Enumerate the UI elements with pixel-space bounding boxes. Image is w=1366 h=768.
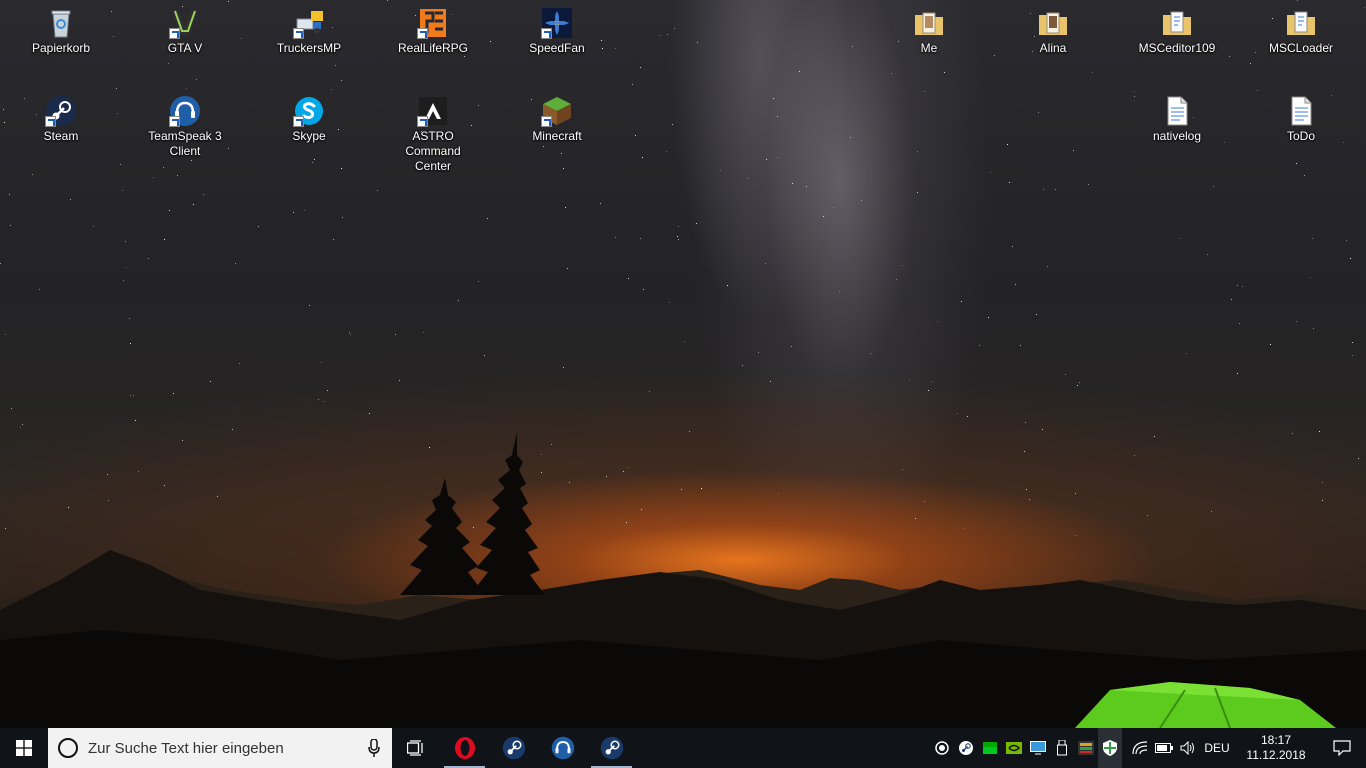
minecraft-icon: [541, 95, 573, 127]
desktop-icon-label: ASTRO Command Center: [405, 129, 461, 173]
microphone-icon[interactable]: [368, 739, 380, 757]
folder-icon: [1161, 7, 1193, 39]
desktop-icon-label: nativelog: [1152, 129, 1202, 143]
taskbar-app-steam[interactable]: [489, 728, 538, 768]
system-clock[interactable]: 18:17 11.12.2018: [1234, 733, 1318, 763]
desktop-icon-mscloader[interactable]: MSCLoader: [1256, 7, 1346, 56]
shortcut-arrow-icon: [417, 28, 428, 39]
desktop-icon-minecraft[interactable]: Minecraft: [512, 95, 602, 144]
clock-time: 18:17: [1260, 733, 1292, 747]
shortcut-arrow-icon: [541, 28, 552, 39]
desktop-icon-truckersmp[interactable]: TruckersMP: [264, 7, 354, 56]
desktop-icon-todo[interactable]: ToDo: [1256, 95, 1346, 144]
text-file-icon: [1161, 95, 1193, 127]
shortcut-arrow-icon: [169, 28, 180, 39]
gta-icon: [169, 7, 201, 39]
tray-nvidia-icon[interactable]: [1002, 728, 1026, 768]
desktop-icon-label: Alina: [1039, 41, 1067, 55]
opera-icon: [454, 737, 475, 759]
shortcut-arrow-icon: [541, 116, 552, 127]
desktop-icon-nativelog[interactable]: nativelog: [1132, 95, 1222, 144]
tray-hardware-monitor-icon[interactable]: [1074, 728, 1098, 768]
desktop-icon-label: ToDo: [1286, 129, 1315, 143]
teamspeak-icon: [169, 95, 201, 127]
desktop-icon-speedfan[interactable]: SpeedFan: [512, 7, 602, 56]
desktop-icon-teamspeak[interactable]: TeamSpeak 3 Client: [140, 95, 230, 159]
task-view-icon: [407, 740, 423, 756]
tray-gpu-monitor-icon[interactable]: [978, 728, 1002, 768]
desktop-icon-papierkorb[interactable]: Papierkorb: [16, 7, 106, 56]
taskbar-app-opera[interactable]: [440, 728, 489, 768]
realliferpg-icon: [417, 7, 449, 39]
desktop-icon-skype[interactable]: Skype: [264, 95, 354, 144]
action-center-button[interactable]: [1318, 728, 1366, 768]
desktop-icon-alina[interactable]: Alina: [1008, 7, 1098, 56]
tray-monitor-icon[interactable]: [1026, 728, 1050, 768]
desktop-icon-label: TruckersMP: [276, 41, 342, 55]
desktop-icon-label: RealLifeRPG: [397, 41, 469, 55]
desktop-icon-label: SpeedFan: [529, 41, 585, 55]
tray-steam-icon[interactable]: [954, 728, 978, 768]
taskbar: Zur Suche Text hier eingeben DEU 18:17 1…: [0, 728, 1366, 768]
desktop-icon-label: MSCeditor109: [1138, 41, 1216, 55]
desktop-icon-realliferpg[interactable]: RealLifeRPG: [388, 7, 478, 56]
system-tray: DEU 18:17 11.12.2018: [930, 728, 1366, 768]
speedfan-icon: [541, 7, 573, 39]
shortcut-arrow-icon: [169, 116, 180, 127]
desktop-icon-me[interactable]: Me: [884, 7, 974, 56]
clock-date: 11.12.2018: [1246, 748, 1306, 762]
desktop-icon-gtav[interactable]: GTA V: [140, 7, 230, 56]
desktop-icon-label: Steam: [43, 129, 79, 143]
cortana-icon: [58, 738, 78, 758]
teamspeak-icon: [551, 736, 574, 760]
volume-icon[interactable]: [1176, 728, 1200, 768]
desktop-icon-label: MSCLoader: [1268, 41, 1334, 55]
tray-defender-icon[interactable]: [1098, 728, 1122, 768]
shortcut-arrow-icon: [293, 116, 304, 127]
taskbar-app-teamspeak[interactable]: [538, 728, 587, 768]
desktop-icon-label: Me: [920, 41, 938, 55]
desktop-icon-label: Skype: [292, 129, 326, 143]
search-placeholder: Zur Suche Text hier eingeben: [88, 739, 284, 757]
recycle-bin-icon: [45, 7, 77, 39]
text-file-icon: [1285, 95, 1317, 127]
start-button[interactable]: [0, 728, 48, 768]
desktop-icon-steam[interactable]: Steam: [16, 95, 106, 144]
windows-logo-icon: [16, 740, 32, 756]
desktop-icon-label: TeamSpeak 3 Client: [148, 129, 222, 158]
tray-usb-icon[interactable]: [1050, 728, 1074, 768]
desktop-icon-msceditor[interactable]: MSCeditor109: [1132, 7, 1222, 56]
search-input[interactable]: Zur Suche Text hier eingeben: [48, 728, 392, 768]
folder-icon: [1285, 7, 1317, 39]
network-icon[interactable]: [1128, 728, 1152, 768]
desktop-icon-label: Minecraft: [532, 129, 582, 143]
folder-icon: [913, 7, 945, 39]
language-indicator[interactable]: DEU: [1200, 741, 1234, 755]
folder-icon: [1037, 7, 1069, 39]
shortcut-arrow-icon: [417, 116, 428, 127]
taskbar-app-steam-2[interactable]: [587, 728, 636, 768]
desktop-icon-label: GTA V: [167, 41, 203, 55]
shortcut-arrow-icon: [45, 116, 56, 127]
steam-icon: [600, 736, 623, 760]
notification-icon: [1333, 740, 1351, 756]
desktop-icon-label: Papierkorb: [31, 41, 91, 55]
skype-icon: [293, 95, 325, 127]
tray-record-icon[interactable]: [930, 728, 954, 768]
steam-icon: [45, 95, 77, 127]
astro-icon: [417, 95, 449, 127]
shortcut-arrow-icon: [293, 28, 304, 39]
desktop-icon-astro[interactable]: ASTRO Command Center: [388, 95, 478, 174]
truckersmp-icon: [293, 7, 325, 39]
task-view-button[interactable]: [392, 728, 440, 768]
steam-icon: [502, 736, 525, 760]
battery-icon[interactable]: [1152, 728, 1176, 768]
